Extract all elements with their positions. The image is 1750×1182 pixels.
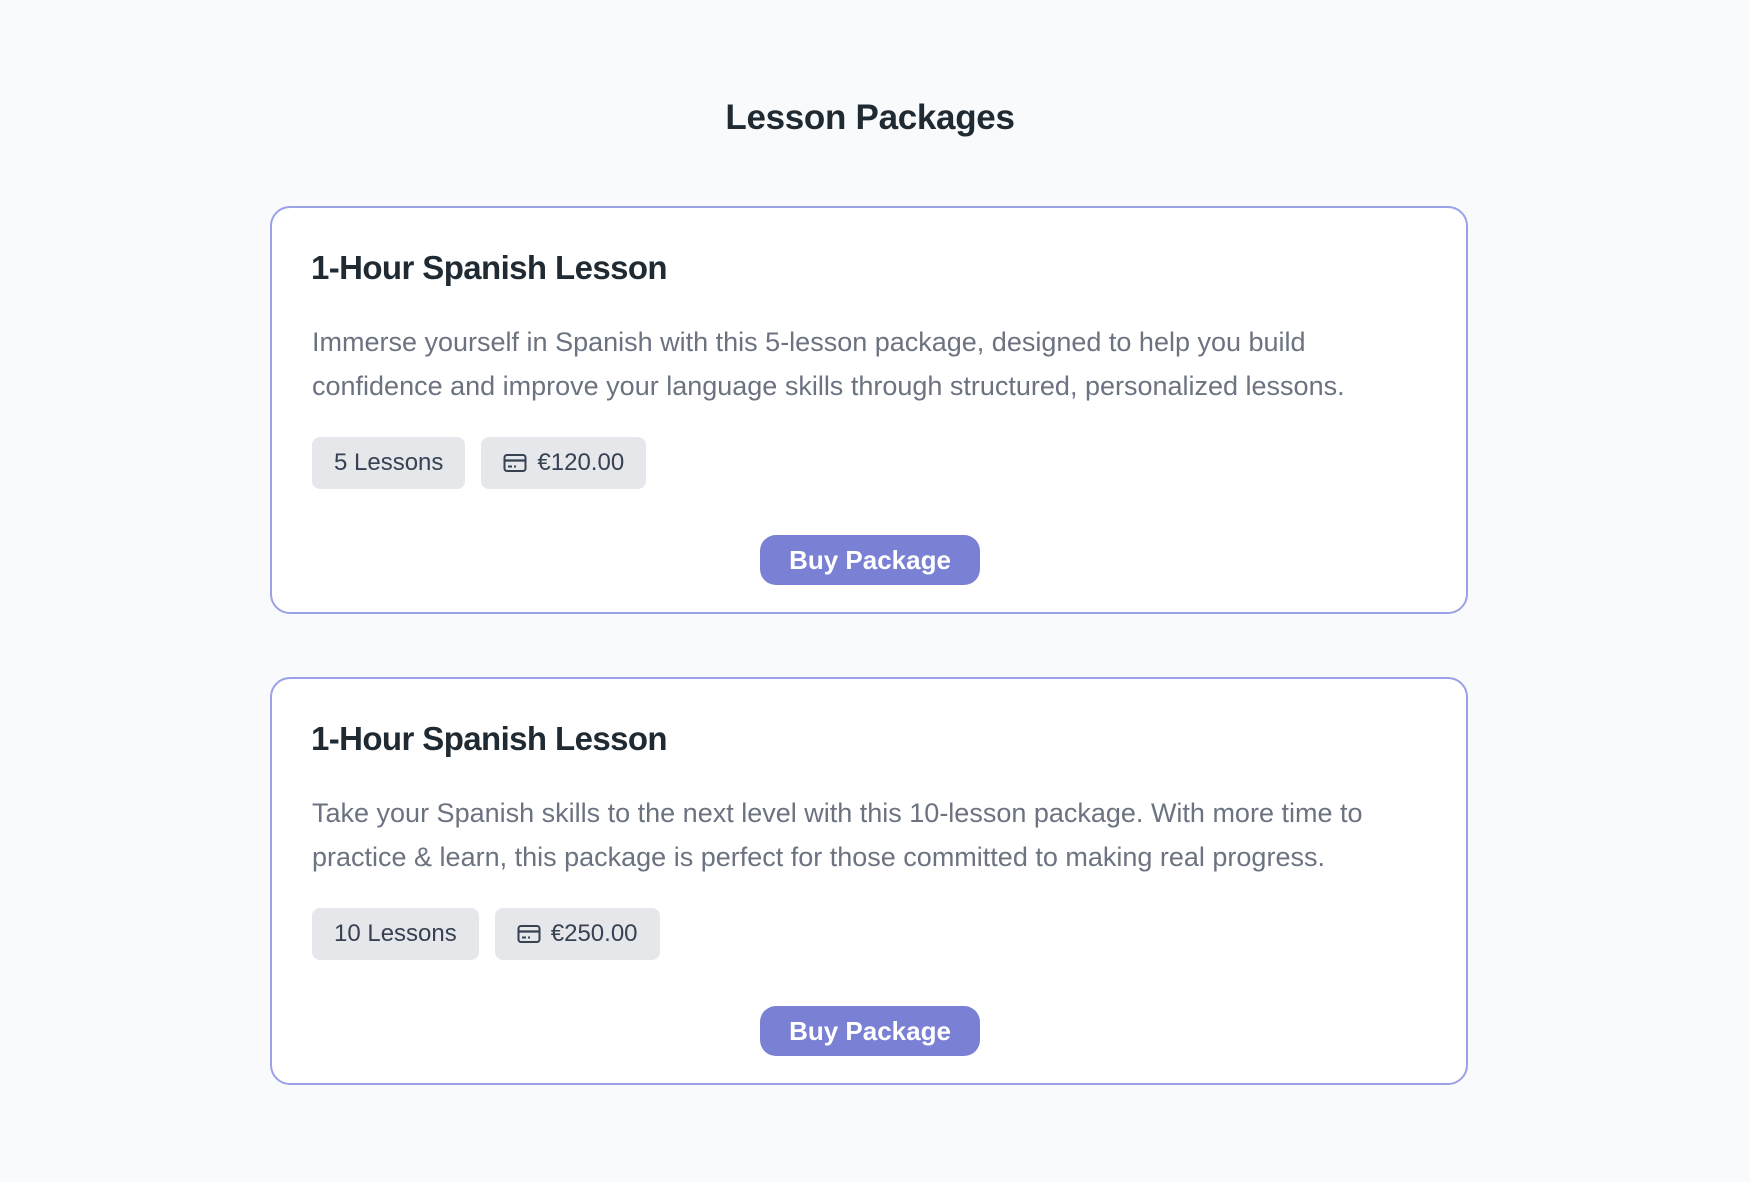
package-tags: 5 Lessons €120.00	[312, 437, 647, 489]
lessons-count-badge: 5 Lessons	[312, 437, 466, 489]
package-description: Take your Spanish skills to the next lev…	[312, 798, 1363, 872]
package-description: Immerse yourself in Spanish with this 5-…	[312, 327, 1345, 401]
page-title: Lesson Packages	[725, 98, 1015, 137]
buy-package-button[interactable]: Buy Package	[760, 1006, 980, 1056]
buy-package-button[interactable]: Buy Package	[760, 535, 980, 585]
credit-card-icon	[517, 924, 541, 944]
package-title: 1-Hour Spanish Lesson	[311, 249, 668, 286]
price-badge: €120.00	[481, 437, 647, 489]
price-badge: €250.00	[494, 908, 660, 960]
lessons-count-label: 10 Lessons	[334, 920, 457, 947]
lessons-count-badge: 10 Lessons	[312, 908, 479, 960]
package-tags: 10 Lessons €250.00	[312, 908, 660, 960]
credit-card-icon	[503, 453, 527, 473]
package-card: 1-Hour Spanish Lesson Immerse yourself i…	[270, 206, 1468, 614]
price-label: €250.00	[550, 920, 638, 947]
price-label: €120.00	[537, 449, 625, 476]
lesson-packages-page: Lesson Packages 1-Hour Spanish Lesson Im…	[0, 0, 1750, 1182]
package-title: 1-Hour Spanish Lesson	[311, 720, 668, 757]
package-card: 1-Hour Spanish Lesson Take your Spanish …	[270, 677, 1468, 1085]
lessons-count-label: 5 Lessons	[334, 449, 444, 476]
